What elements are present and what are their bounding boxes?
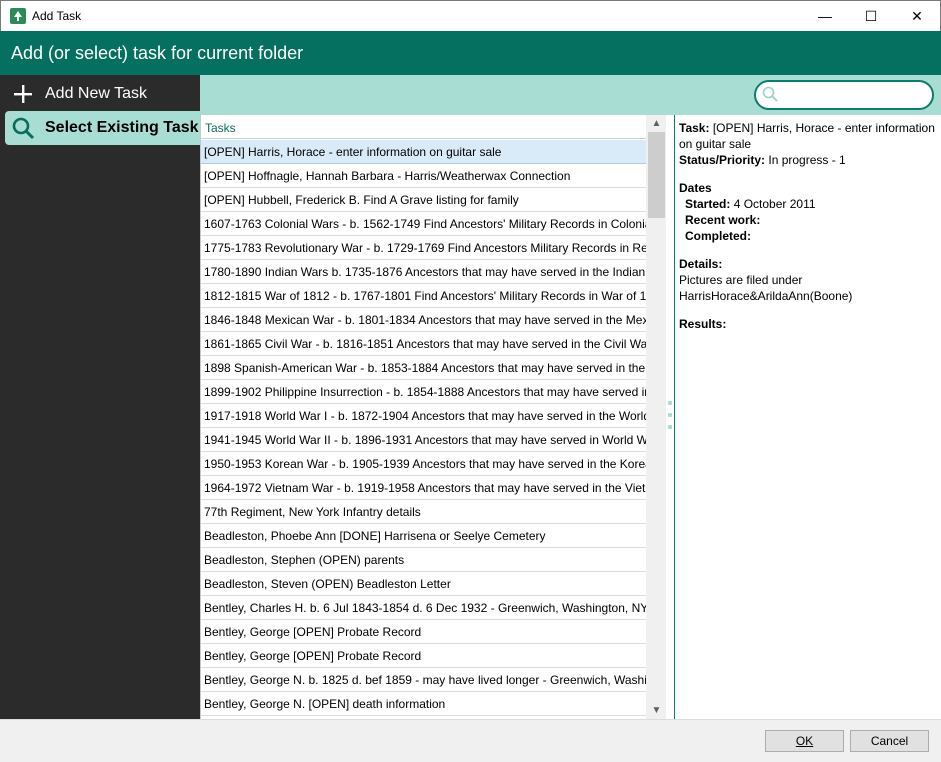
sidebar-item-select-existing-task[interactable]: Select Existing Task: [5, 111, 200, 145]
table-row[interactable]: Bentley, George [OPEN] Probate Record: [201, 620, 646, 644]
dialog-footer: OK Cancel: [0, 719, 941, 762]
task-list-scrollbar[interactable]: ▲ ▼: [646, 115, 666, 719]
task-value: [OPEN] Harris, Horace - enter informatio…: [679, 121, 935, 151]
table-row[interactable]: 1899-1902 Philippine Insurrection - b. 1…: [201, 380, 646, 404]
tasks-column-header[interactable]: Tasks: [201, 115, 666, 139]
app-tree-icon: [10, 8, 26, 24]
details-heading: Details:: [679, 257, 723, 271]
sidebar-item-label: Add New Task: [45, 85, 147, 102]
results-section: Results:: [679, 316, 937, 332]
results-heading: Results:: [679, 317, 727, 331]
search-field[interactable]: [754, 80, 934, 110]
details-section: Details: Pictures are filed under Harris…: [679, 256, 937, 304]
table-row[interactable]: 1775-1783 Revolutionary War - b. 1729-17…: [201, 236, 646, 260]
table-row[interactable]: Bentley, Charles H. b. 6 Jul 1843-1854 d…: [201, 596, 646, 620]
table-row[interactable]: Beadleston, Stephen (OPEN) parents: [201, 548, 646, 572]
dates-section: Dates Started: 4 October 2011 Recent wor…: [679, 180, 937, 244]
table-row[interactable]: [OPEN] Hubbell, Frederick B. Find A Grav…: [201, 188, 646, 212]
table-row[interactable]: 1861-1865 Civil War - b. 1816-1851 Ances…: [201, 332, 646, 356]
maximize-icon: ☐: [864, 7, 878, 24]
table-row[interactable]: Bentley, George N. b. 1825 d. bef 1859 -…: [201, 668, 646, 692]
status-value: In progress - 1: [768, 153, 846, 167]
scroll-down-icon[interactable]: ▼: [646, 702, 666, 719]
grip-dot: [668, 413, 672, 417]
task-details: Task: [OPEN] Harris, Horace - enter info…: [674, 115, 941, 719]
minimize-icon: —: [818, 8, 832, 24]
table-row[interactable]: [OPEN] Hoffnagle, Hannah Barbara - Harri…: [201, 164, 646, 188]
maximize-button[interactable]: ☐: [848, 1, 894, 31]
window-titlebar: Add Task — ☐ ✕: [0, 0, 941, 31]
started-value: 4 October 2011: [733, 197, 816, 211]
table-row[interactable]: 1950-1953 Korean War - b. 1905-1939 Ance…: [201, 452, 646, 476]
grip-dot: [668, 425, 672, 429]
table-row[interactable]: 1607-1763 Colonial Wars - b. 1562-1749 F…: [201, 212, 646, 236]
details-value: Pictures are filed under HarrisHorace&Ar…: [679, 273, 853, 303]
search-icon: [762, 86, 778, 105]
scroll-up-icon[interactable]: ▲: [646, 115, 666, 132]
table-row[interactable]: 77th Regiment, New York Infantry details: [201, 500, 646, 524]
status-line: Status/Priority: In progress - 1: [679, 153, 846, 167]
task-line: Task: [OPEN] Harris, Horace - enter info…: [679, 121, 935, 151]
table-row[interactable]: 1780-1890 Indian Wars b. 1735-1876 Ances…: [201, 260, 646, 284]
table-row[interactable]: 1898 Spanish-American War - b. 1853-1884…: [201, 356, 646, 380]
started-line: Started: 4 October 2011: [685, 197, 816, 211]
table-row[interactable]: Beadleston, Steven (OPEN) Beadleston Let…: [201, 572, 646, 596]
cancel-button[interactable]: Cancel: [850, 730, 929, 752]
table-row[interactable]: Bentley, George [OPEN] Probate Record: [201, 644, 646, 668]
close-icon: ✕: [911, 7, 923, 24]
table-row[interactable]: 1812-1815 War of 1812 - b. 1767-1801 Fin…: [201, 284, 646, 308]
dates-heading: Dates: [679, 181, 712, 195]
search-bar: [200, 75, 941, 115]
table-row[interactable]: Beadleston, Phoebe Ann [DONE] Harrisena …: [201, 524, 646, 548]
table-row[interactable]: 1941-1945 World War II - b. 1896-1931 An…: [201, 428, 646, 452]
search-icon: [11, 116, 35, 140]
sidebar-item-label: Select Existing Task: [45, 119, 199, 136]
table-row[interactable]: 1846-1848 Mexican War - b. 1801-1834 Anc…: [201, 308, 646, 332]
plus-icon: [11, 82, 35, 106]
table-row[interactable]: [OPEN] Harris, Horace - enter informatio…: [201, 140, 646, 164]
recent-work-line: Recent work:: [685, 213, 761, 227]
table-row[interactable]: Bentley, George N. [OPEN] death informat…: [201, 692, 646, 716]
sidebar: Add New Task Select Existing Task: [0, 75, 200, 719]
table-row[interactable]: 1964-1972 Vietnam War - b. 1919-1958 Anc…: [201, 476, 646, 500]
table-row[interactable]: 1917-1918 World War I - b. 1872-1904 Anc…: [201, 404, 646, 428]
panel-splitter[interactable]: [666, 115, 674, 719]
ok-button[interactable]: OK: [765, 730, 844, 752]
page-title: Add (or select) task for current folder: [0, 31, 941, 75]
search-input[interactable]: [782, 88, 932, 102]
completed-line: Completed:: [685, 229, 751, 243]
scroll-thumb[interactable]: [648, 132, 665, 218]
grip-dot: [668, 401, 672, 405]
close-button[interactable]: ✕: [894, 1, 940, 31]
sidebar-item-add-new-task[interactable]: Add New Task: [5, 77, 200, 111]
task-list: Tasks [OPEN] Harris, Horace - enter info…: [200, 115, 666, 719]
task-rows: [OPEN] Harris, Horace - enter informatio…: [201, 140, 646, 716]
minimize-button[interactable]: —: [802, 1, 848, 31]
window-title: Add Task: [32, 9, 82, 23]
